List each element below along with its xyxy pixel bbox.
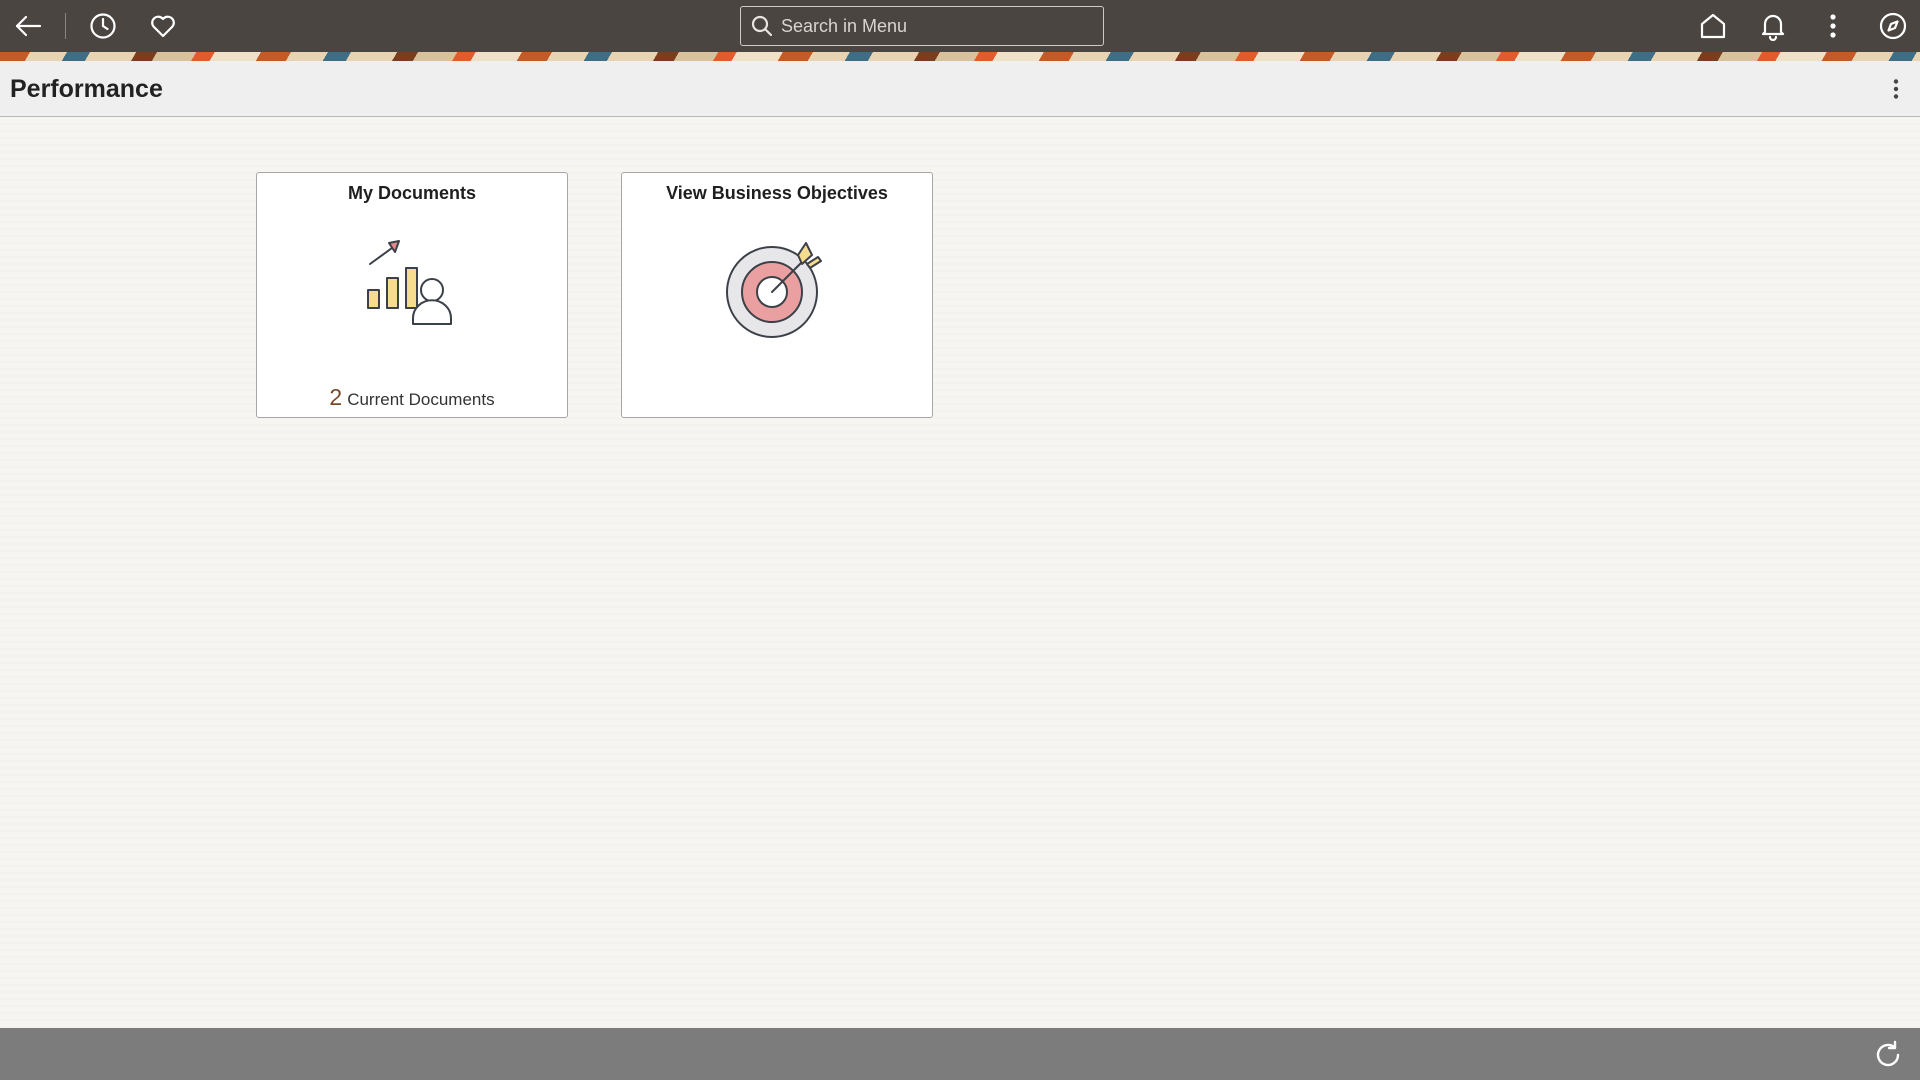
navigator-button[interactable] <box>1867 0 1919 52</box>
tile-view-business-objectives[interactable]: View Business Objectives <box>621 172 933 418</box>
refresh-icon <box>1876 1040 1900 1067</box>
search-input[interactable] <box>775 7 1103 45</box>
recently-visited-button[interactable] <box>77 0 129 52</box>
back-arrow-icon <box>15 15 42 37</box>
decorative-banner <box>0 52 1920 61</box>
menu-search-box[interactable] <box>740 6 1104 46</box>
favorites-button[interactable] <box>137 0 189 52</box>
target-arrow-icon <box>726 242 822 338</box>
footer-bar <box>0 1028 1920 1080</box>
notifications-button[interactable] <box>1747 0 1799 52</box>
compass-icon <box>1879 12 1907 40</box>
document-count: 2 <box>329 384 343 410</box>
tile-title: View Business Objectives <box>666 183 888 203</box>
document-count-label: Current Documents <box>347 390 495 409</box>
tile-title: My Documents <box>347 183 477 203</box>
chart-person-icon <box>367 240 452 325</box>
page-title: Performance <box>10 75 163 103</box>
search-icon <box>751 15 773 37</box>
tile-my-documents[interactable]: My Documents 2 Current Documents <box>256 172 568 418</box>
heart-icon <box>151 15 175 38</box>
bell-icon <box>1761 14 1785 41</box>
page-actions-button[interactable] <box>1876 69 1916 109</box>
home-button[interactable] <box>1687 0 1739 52</box>
clock-icon <box>90 13 116 39</box>
vertical-dots-icon <box>1830 14 1836 38</box>
tile-count: 2 Current Documents <box>257 384 567 411</box>
page-header: Performance <box>0 61 1920 117</box>
refresh-button[interactable] <box>1870 1037 1906 1073</box>
toolbar-divider <box>65 13 66 39</box>
home-icon <box>1700 13 1726 39</box>
tile-area: My Documents 2 Current Documents View Bus… <box>0 118 1920 1028</box>
vertical-dots-icon <box>1893 79 1899 99</box>
actions-menu-button[interactable] <box>1807 0 1859 52</box>
back-button[interactable] <box>2 0 54 52</box>
top-navigation-bar <box>0 0 1920 52</box>
